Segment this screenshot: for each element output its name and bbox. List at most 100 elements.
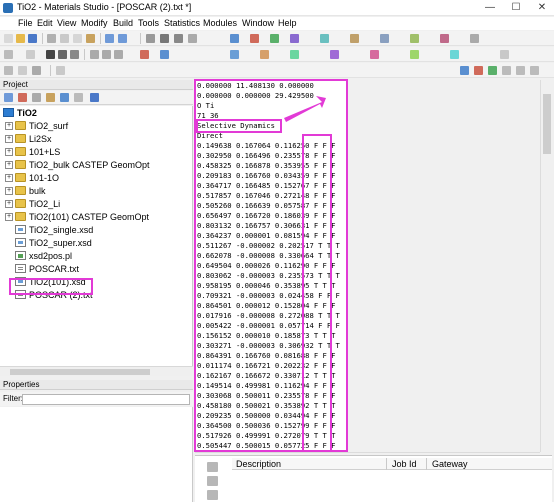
filter-input[interactable] <box>22 394 190 405</box>
script-icon[interactable] <box>460 66 469 75</box>
align-right-icon[interactable] <box>114 50 123 59</box>
folder-icon <box>15 147 26 156</box>
pointer-icon[interactable] <box>146 34 155 43</box>
menu-statistics[interactable]: Statistics <box>164 18 200 28</box>
delete-icon[interactable] <box>18 93 27 102</box>
text-editor[interactable]: 0.000000 11.408130 0.000000 0.000000 0.00… <box>195 80 347 452</box>
expand-icon[interactable]: + <box>5 187 13 195</box>
fit-icon[interactable] <box>18 66 27 75</box>
editor-vertical-scrollbar[interactable] <box>540 80 552 452</box>
rotate-icon[interactable] <box>160 34 169 43</box>
chain-icon[interactable] <box>290 34 299 43</box>
editor-line: 0.803062 -0.000003 0.235573 T T T <box>197 271 340 280</box>
ring-icon[interactable] <box>270 34 279 43</box>
run-icon[interactable] <box>474 66 483 75</box>
menu-edit[interactable]: Edit <box>37 18 53 28</box>
grid-icon[interactable] <box>56 66 65 75</box>
properties-icon[interactable] <box>46 93 55 102</box>
home-icon[interactable] <box>530 66 539 75</box>
folder-icon <box>15 134 26 143</box>
expand-icon[interactable]: + <box>5 200 13 208</box>
new-folder-icon[interactable] <box>4 93 13 102</box>
cut-icon[interactable] <box>60 34 69 43</box>
minimize-button[interactable]: — <box>478 0 502 16</box>
calculate-icon[interactable] <box>410 34 419 43</box>
forcite-icon[interactable] <box>410 50 419 59</box>
draw-icon[interactable] <box>140 50 149 59</box>
text-icon[interactable] <box>4 50 13 59</box>
maximize-button[interactable]: ☐ <box>504 0 528 16</box>
align-left-icon[interactable] <box>90 50 99 59</box>
column-job-id[interactable]: Job Id <box>392 459 417 469</box>
expand-icon[interactable]: + <box>5 161 13 169</box>
dmol-icon[interactable] <box>450 50 459 59</box>
save-project-icon[interactable] <box>90 93 99 102</box>
undo-icon[interactable] <box>105 34 114 43</box>
filter-icon[interactable] <box>74 93 83 102</box>
menu-help[interactable]: Help <box>278 18 297 28</box>
tree-item-label: 101+LS <box>29 147 61 157</box>
paste-icon[interactable] <box>86 34 95 43</box>
copy-icon[interactable] <box>73 34 82 43</box>
color-icon[interactable] <box>350 34 359 43</box>
zoom-icon[interactable] <box>188 34 197 43</box>
open-icon[interactable] <box>16 34 25 43</box>
save-icon[interactable] <box>28 34 37 43</box>
menu-modules[interactable]: Modules <box>203 18 237 28</box>
column-description[interactable]: Description <box>236 459 281 469</box>
redo-icon[interactable] <box>118 34 127 43</box>
expand-icon[interactable]: + <box>5 213 13 221</box>
print-icon[interactable] <box>47 34 56 43</box>
menu-file[interactable]: File <box>18 18 33 28</box>
editor-line: 0.656497 0.166720 0.186039 F F F <box>197 211 336 220</box>
editor-line: 0.000000 11.408130 0.000000 <box>197 81 314 90</box>
project-root-icon <box>3 108 14 117</box>
job-stop-icon[interactable] <box>207 476 218 486</box>
expand-icon[interactable]: + <box>5 174 13 182</box>
folder-icon <box>15 160 26 169</box>
reset-view-icon[interactable] <box>32 66 41 75</box>
castep-icon[interactable] <box>370 50 379 59</box>
translate-icon[interactable] <box>174 34 183 43</box>
menu-view[interactable]: View <box>57 18 76 28</box>
supercell-icon[interactable] <box>290 50 299 59</box>
bold-icon[interactable] <box>46 50 55 59</box>
column-divider <box>426 458 427 470</box>
refresh-icon[interactable] <box>32 93 41 102</box>
folder-icon <box>15 173 26 182</box>
forward-icon[interactable] <box>516 66 525 75</box>
measure-icon[interactable] <box>380 34 389 43</box>
expand-icon[interactable]: + <box>5 135 13 143</box>
back-icon[interactable] <box>502 66 511 75</box>
menu-window[interactable]: Window <box>242 18 274 28</box>
project-horizontal-scrollbar[interactable] <box>0 366 193 376</box>
new-icon[interactable] <box>4 34 13 43</box>
bond-icon[interactable] <box>250 34 259 43</box>
sort-icon[interactable] <box>60 93 69 102</box>
menu-build[interactable]: Build <box>113 18 133 28</box>
options-icon[interactable] <box>500 50 509 59</box>
atom-icon[interactable] <box>230 34 239 43</box>
display-style-icon[interactable] <box>320 34 329 43</box>
surface-icon[interactable] <box>260 50 269 59</box>
column-gateway[interactable]: Gateway <box>432 459 468 469</box>
close-button[interactable]: ✕ <box>530 0 554 16</box>
align-center-icon[interactable] <box>102 50 111 59</box>
window-icon[interactable] <box>470 34 479 43</box>
view-icon[interactable] <box>4 66 13 75</box>
underline-icon[interactable] <box>70 50 79 59</box>
job-start-icon[interactable] <box>207 462 218 472</box>
menu-modify[interactable]: Modify <box>81 18 108 28</box>
expand-icon[interactable]: + <box>5 148 13 156</box>
shape-icon[interactable] <box>160 50 169 59</box>
debug-icon[interactable] <box>488 66 497 75</box>
expand-icon[interactable]: + <box>5 122 13 130</box>
italic-icon[interactable] <box>58 50 67 59</box>
analysis-icon[interactable] <box>440 34 449 43</box>
module-icon[interactable] <box>330 50 339 59</box>
crystal-icon[interactable] <box>230 50 239 59</box>
menu-tools[interactable]: Tools <box>138 18 159 28</box>
editor-line: Selective Dynamics <box>197 121 275 130</box>
job-view-icon[interactable] <box>207 490 218 500</box>
font-icon[interactable] <box>26 50 35 59</box>
